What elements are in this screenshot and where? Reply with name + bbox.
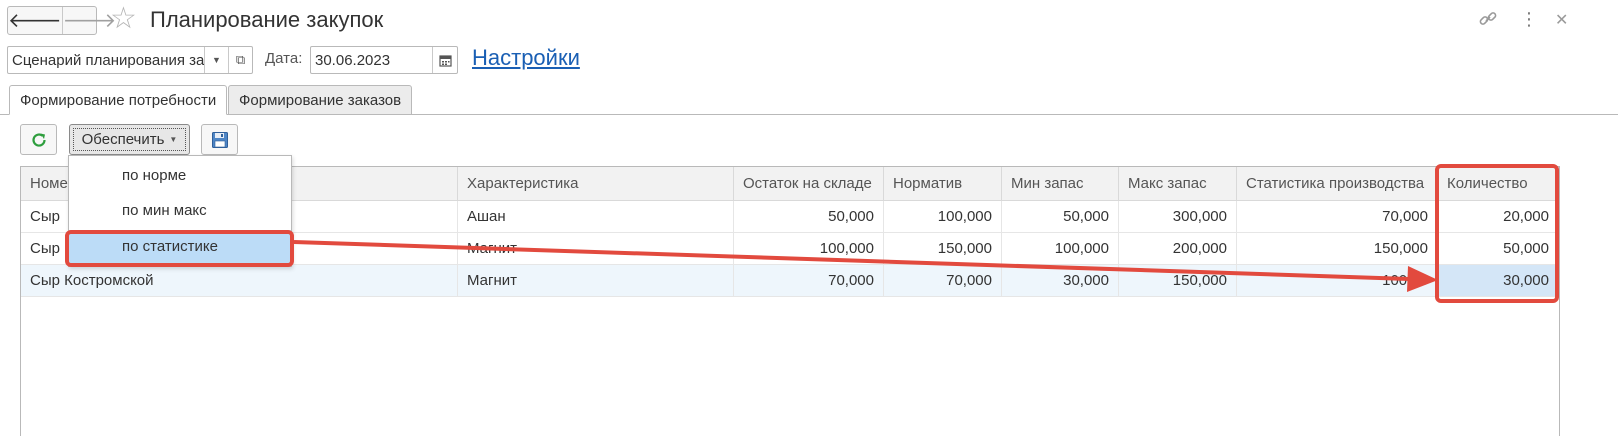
cell-production-stats[interactable]: 100,00 <box>1237 265 1438 297</box>
tab-demand-formation[interactable]: Формирование потребности <box>9 85 228 115</box>
chevron-down-icon: ▼ <box>169 135 178 144</box>
cell-norm[interactable]: 100,000 <box>884 201 1002 233</box>
arrow-right-icon: 🡒 <box>62 10 117 32</box>
more-vertical-icon[interactable]: ⋮ <box>1520 9 1538 30</box>
menu-item-by-min-max[interactable]: по мин макс <box>69 194 291 228</box>
dropdown-button[interactable]: ▼ <box>204 47 228 73</box>
cell-max-stock[interactable]: 150,000 <box>1119 265 1237 297</box>
cell-norm[interactable]: 70,000 <box>884 265 1002 297</box>
save-button[interactable] <box>201 124 238 155</box>
chevron-down-icon: ▼ <box>212 55 221 65</box>
cell-characteristic[interactable]: Магнит <box>458 233 734 265</box>
refresh-icon <box>31 132 46 147</box>
column-header-production-stats[interactable]: Статистика производства <box>1237 167 1438 201</box>
page-title: Планирование закупок <box>150 7 384 32</box>
cell-name[interactable]: Сыр Костромской <box>21 265 458 297</box>
date-value[interactable]: 30.06.2023 <box>311 47 432 73</box>
cell-min-stock[interactable]: 30,000 <box>1002 265 1119 297</box>
column-header-norm[interactable]: Норматив <box>884 167 1002 201</box>
scenario-value[interactable]: Сценарий планирования за <box>8 47 204 73</box>
date-field[interactable]: 30.06.2023 <box>310 46 458 74</box>
cell-min-stock[interactable]: 100,000 <box>1002 233 1119 265</box>
cell-stock[interactable]: 50,000 <box>734 201 884 233</box>
star-icon[interactable]: ☆ <box>110 3 137 35</box>
cell-max-stock[interactable]: 200,000 <box>1119 233 1237 265</box>
scenario-field[interactable]: Сценарий планирования за ▼ ⧉ <box>7 46 253 74</box>
save-icon <box>211 131 228 148</box>
arrow-left-icon: 🡐 <box>8 10 62 32</box>
cell-production-stats[interactable]: 70,000 <box>1237 201 1438 233</box>
cell-characteristic[interactable]: Магнит <box>458 265 734 297</box>
column-header-stock[interactable]: Остаток на складе <box>734 167 884 201</box>
provide-button[interactable]: Обеспечить ▼ <box>69 124 190 155</box>
open-icon: ⧉ <box>235 52 246 67</box>
cell-production-stats[interactable]: 150,000 <box>1237 233 1438 265</box>
refresh-button[interactable] <box>20 124 57 155</box>
navigation-buttons: 🡐 🡒 <box>7 6 116 35</box>
calendar-icon <box>438 54 452 67</box>
open-button[interactable]: ⧉ <box>228 47 252 73</box>
provide-label: Обеспечить <box>81 131 165 148</box>
annotation-highlight-menu-item <box>65 230 294 267</box>
tab-order-formation[interactable]: Формирование заказов <box>228 85 413 115</box>
link-icon[interactable] <box>1478 9 1498 34</box>
annotation-highlight-quantity-column <box>1435 164 1559 303</box>
cell-stock[interactable]: 100,000 <box>734 233 884 265</box>
cell-max-stock[interactable]: 300,000 <box>1119 201 1237 233</box>
forward-button[interactable]: 🡒 <box>63 7 117 34</box>
close-icon[interactable]: ✕ <box>1555 10 1568 30</box>
column-header-min-stock[interactable]: Мин запас <box>1002 167 1119 201</box>
menu-item-by-norm[interactable]: по норме <box>69 159 291 193</box>
calendar-button[interactable] <box>432 47 457 73</box>
date-label: Дата: <box>265 50 303 67</box>
back-button[interactable]: 🡐 <box>8 7 63 34</box>
column-header-characteristic[interactable]: Характеристика <box>458 167 734 201</box>
settings-link[interactable]: Настройки <box>472 45 580 71</box>
cell-characteristic[interactable]: Ашан <box>458 201 734 233</box>
cell-stock[interactable]: 70,000 <box>734 265 884 297</box>
cell-norm[interactable]: 150,000 <box>884 233 1002 265</box>
column-header-max-stock[interactable]: Макс запас <box>1119 167 1237 201</box>
cell-min-stock[interactable]: 50,000 <box>1002 201 1119 233</box>
